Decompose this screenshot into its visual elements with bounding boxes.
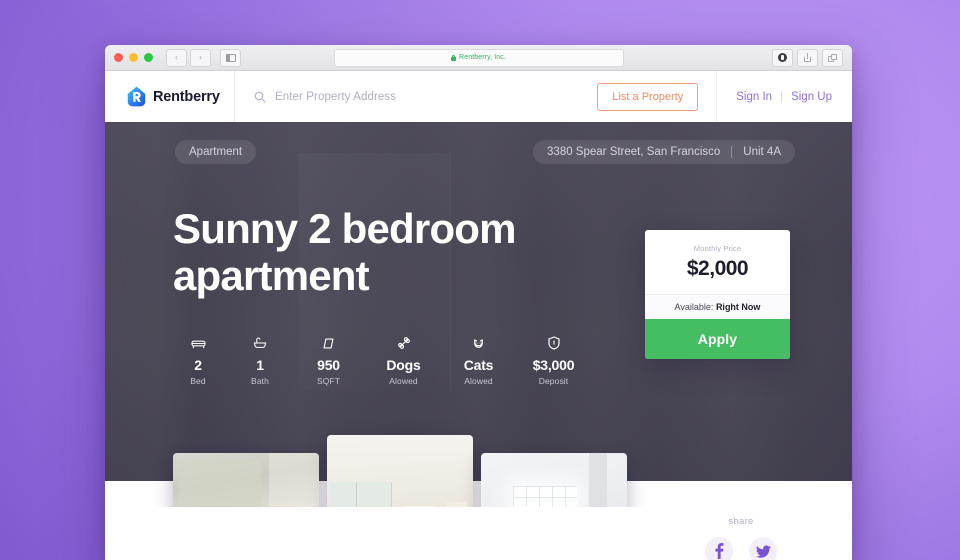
feature-label: SQFT (316, 376, 341, 387)
address-bar[interactable]: Rentberry, Inc. (333, 48, 624, 67)
feature-cats: Cats Alowed (441, 334, 516, 386)
share-section: share (630, 498, 852, 560)
photo-gallery (173, 435, 627, 507)
feature-value: 1 (256, 357, 264, 373)
forward-button[interactable]: › (190, 48, 211, 67)
property-features: 2 Bed 1 Bath 950 SQFT Dogs Alowed Cats A… (167, 334, 591, 386)
reader-mode-icon (778, 53, 787, 62)
dog-bone-icon (366, 334, 441, 352)
feature-area: 950 SQFT (291, 334, 366, 386)
facebook-icon (714, 543, 723, 559)
gallery-thumbnail-bedroom[interactable] (481, 453, 627, 507)
close-window-button[interactable] (114, 53, 123, 62)
browser-navigation[interactable]: ‹ › (166, 48, 211, 67)
browser-titlebar: ‹ › Rentberry, Inc. (105, 45, 852, 71)
auth-divider (781, 91, 783, 102)
address-text: 3380 Spear Street, San Francisco (547, 146, 721, 158)
sign-up-link[interactable]: Sign Up (791, 91, 832, 103)
property-address-badge: 3380 Spear Street, San Francisco Unit 4A (533, 140, 795, 164)
sign-in-link[interactable]: Sign In (736, 91, 772, 103)
facebook-share-button[interactable] (705, 537, 733, 560)
hero-section: Apartment 3380 Spear Street, San Francis… (105, 122, 852, 507)
rentberry-house-logo-icon (127, 86, 146, 107)
sidebar-toggle-button[interactable] (220, 48, 241, 67)
reader-mode-button[interactable] (772, 48, 793, 67)
unit-text: Unit 4A (743, 146, 781, 158)
tab-overview-button[interactable] (822, 48, 843, 67)
availability-row: Available: Right Now (645, 294, 790, 319)
feature-bed: 2 Bed (167, 334, 229, 386)
feature-deposit: $3,000 Deposit (516, 334, 591, 386)
page-title: Sunny 2 bedroom apartment (173, 205, 517, 300)
twitter-share-button[interactable] (749, 537, 777, 560)
availability-value: Right Now (715, 302, 761, 312)
tab-overview-icon (828, 53, 837, 62)
page-background: ‹ › Rentberry, Inc. Rentberry Enter Prop… (0, 0, 960, 560)
area-icon (291, 334, 366, 352)
browser-toolbar-right[interactable] (772, 48, 843, 67)
share-buttons (630, 537, 852, 560)
shield-icon (516, 334, 591, 352)
site-header: Rentberry Enter Property Address List a … (105, 71, 852, 122)
address-divider (731, 146, 733, 158)
address-bar-text: Rentberry, Inc. (459, 54, 506, 61)
maximize-window-button[interactable] (144, 53, 153, 62)
search-input[interactable]: Enter Property Address (275, 91, 396, 103)
lock-icon (451, 54, 457, 61)
price-label: Monthly Price (693, 244, 742, 253)
logo[interactable]: Rentberry (105, 71, 235, 122)
share-button[interactable] (797, 48, 818, 67)
gallery-thumbnail-hallway[interactable] (327, 435, 473, 507)
logo-text: Rentberry (153, 88, 220, 105)
price-amount: $2,000 (686, 257, 749, 280)
auth-links: Sign In Sign Up (717, 71, 852, 122)
share-icon (804, 53, 811, 62)
feature-label: Deposit (538, 376, 569, 387)
property-type-badge: Apartment (175, 140, 257, 164)
cat-icon (441, 334, 516, 352)
minimize-window-button[interactable] (129, 53, 138, 62)
feature-label: Alowed (389, 376, 418, 387)
bed-icon (167, 334, 229, 352)
browser-window: ‹ › Rentberry, Inc. Rentberry Enter Prop… (105, 45, 852, 560)
back-button[interactable]: ‹ (166, 48, 187, 67)
feature-value: Dogs (386, 357, 421, 373)
gallery-thumbnail-bathroom[interactable] (173, 453, 319, 507)
window-controls[interactable] (114, 53, 153, 62)
feature-label: Bath (251, 376, 269, 387)
sidebar-icon (225, 53, 236, 62)
feature-value: 2 (194, 357, 202, 373)
feature-value: $3,000 (532, 357, 575, 373)
apply-button[interactable]: Apply (645, 319, 790, 359)
feature-value: Cats (463, 357, 494, 373)
bath-icon (229, 334, 291, 352)
search-icon (254, 91, 266, 103)
share-label: share (728, 516, 754, 527)
search-field[interactable]: Enter Property Address (235, 71, 597, 122)
feature-value: 950 (317, 357, 340, 373)
feature-bath: 1 Bath (229, 334, 291, 386)
feature-dogs: Dogs Alowed (366, 334, 441, 386)
price-summary: Monthly Price $2,000 (645, 230, 790, 294)
price-card: Monthly Price $2,000 Available: Right No… (645, 230, 790, 359)
twitter-icon (755, 544, 771, 558)
availability-label: Available: (674, 302, 714, 312)
feature-label: Alowed (464, 376, 493, 387)
list-property-button[interactable]: List a Property (597, 82, 699, 111)
feature-label: Bed (190, 376, 206, 387)
list-property-zone: List a Property (597, 71, 718, 122)
